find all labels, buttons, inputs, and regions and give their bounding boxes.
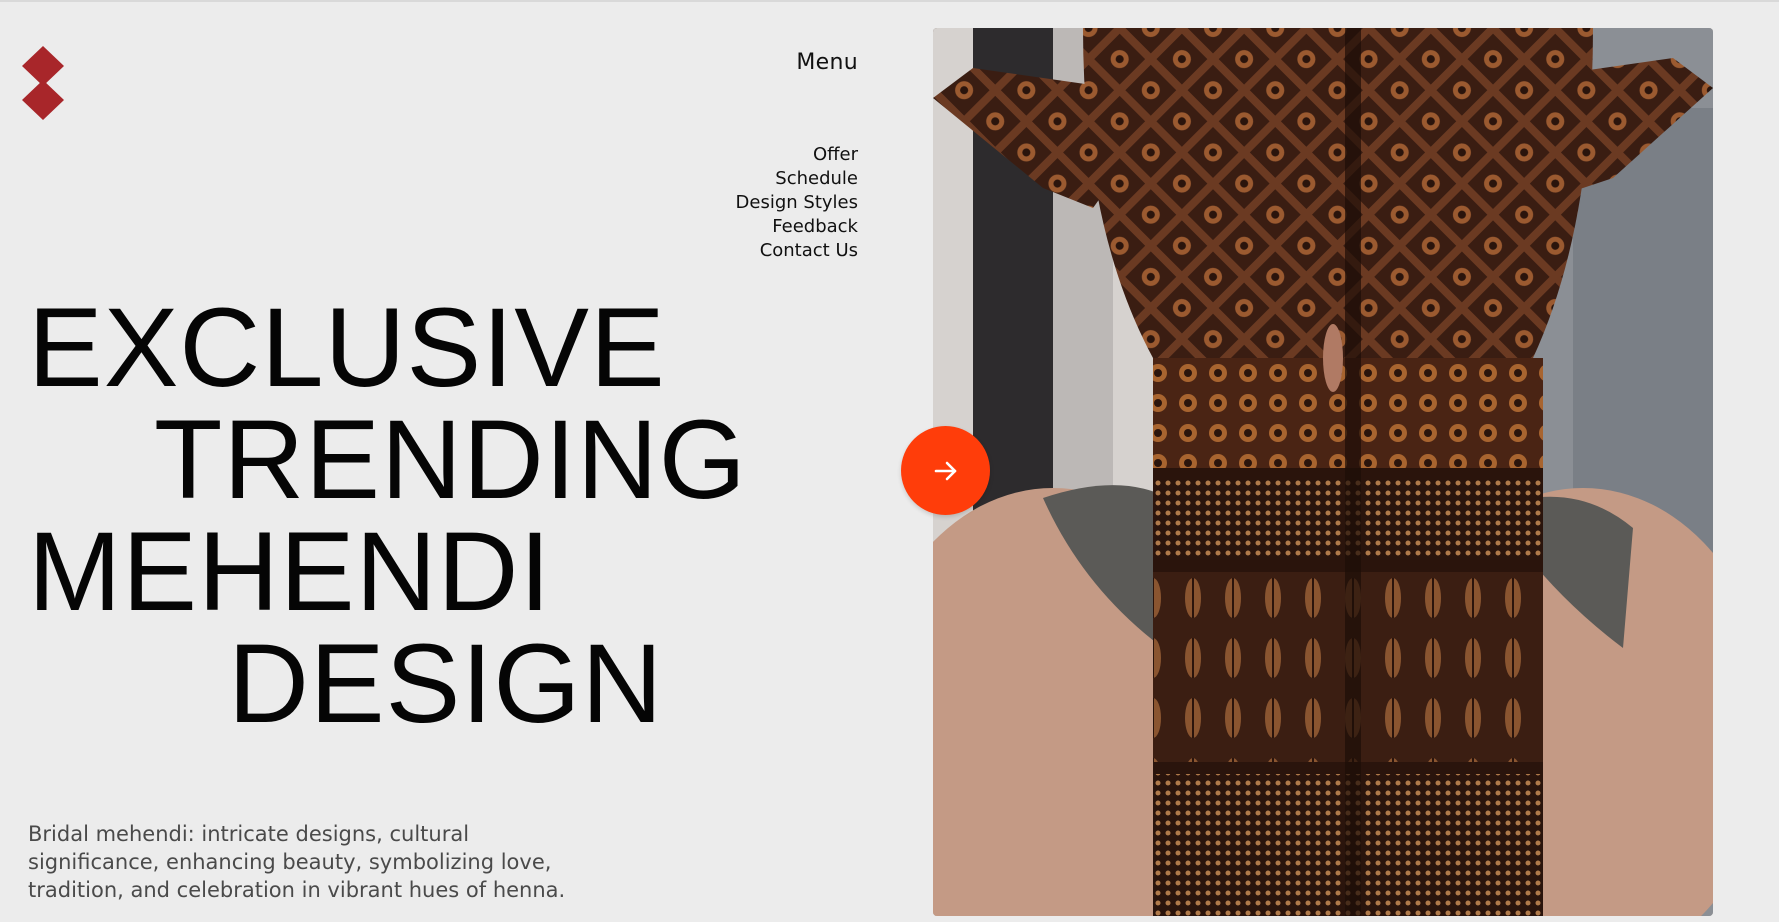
headline-line-4: DESIGN <box>228 621 664 746</box>
nav-item-contact-us[interactable]: Contact Us <box>736 239 858 263</box>
headline-line-3: MEHENDI <box>28 509 552 634</box>
headline-line-2: TRENDING <box>154 397 747 522</box>
mehendi-hands-photo <box>933 28 1713 916</box>
hero-headline: EXCLUSIVE TRENDING MEHENDI DESIGN <box>28 292 747 740</box>
nav-item-offer[interactable]: Offer <box>736 143 858 167</box>
nav-item-design-styles[interactable]: Design Styles <box>736 191 858 215</box>
nav-item-feedback[interactable]: Feedback <box>736 215 858 239</box>
nav-item-schedule[interactable]: Schedule <box>736 167 858 191</box>
next-button[interactable] <box>901 426 990 515</box>
brand-logo-icon[interactable] <box>19 44 67 122</box>
arrow-right-icon <box>934 461 956 480</box>
page: Menu Offer Schedule Design Styles Feedba… <box>0 0 1779 922</box>
menu-button[interactable]: Menu <box>796 50 858 75</box>
hero-description: Bridal mehendi: intricate designs, cultu… <box>28 822 566 902</box>
nav-menu: Offer Schedule Design Styles Feedback Co… <box>736 143 858 263</box>
headline-line-1: EXCLUSIVE <box>28 285 666 410</box>
